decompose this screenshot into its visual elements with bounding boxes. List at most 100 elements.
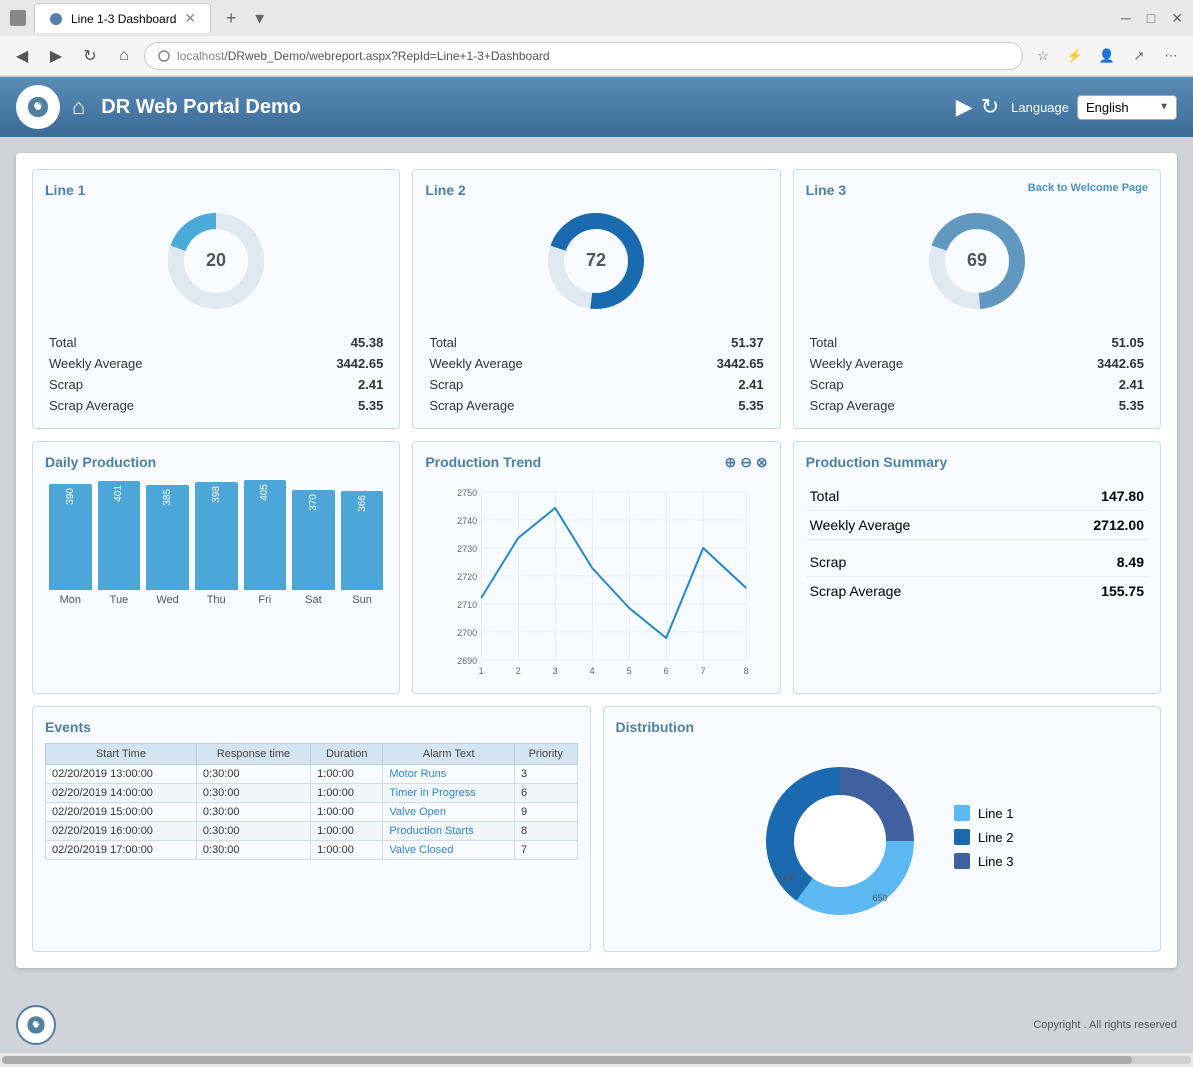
line3-scrap-label: Scrap xyxy=(806,374,1028,395)
lock-icon xyxy=(157,49,171,63)
active-tab[interactable]: Line 1-3 Dashboard ✕ xyxy=(34,3,211,33)
event-cell-start: 02/20/2019 14:00:00 xyxy=(46,784,197,803)
event-cell-alarm[interactable]: Motor Runs xyxy=(383,765,515,784)
legend-line1: Line 1 xyxy=(954,805,1013,821)
table-row: 02/20/2019 15:00:000:30:001:00:00Valve O… xyxy=(46,803,578,822)
bookmark-button[interactable]: ☆ xyxy=(1029,42,1057,70)
bar-day-label: Thu xyxy=(207,594,226,606)
horizontal-scrollbar[interactable] xyxy=(0,1053,1193,1067)
distribution-title: Distribution xyxy=(616,719,1149,735)
line1-scrap-label: Scrap xyxy=(45,374,267,395)
line1-weekly-value: 3442.65 xyxy=(267,353,387,374)
zoom-in-button[interactable]: ⊕ xyxy=(724,454,736,471)
bar-tue[interactable]: 401 xyxy=(98,481,141,590)
refresh-button[interactable]: ↻ xyxy=(981,94,999,120)
language-select[interactable]: English xyxy=(1077,95,1177,120)
tab-icon xyxy=(10,10,26,26)
bar-thu[interactable]: 398 xyxy=(195,482,238,590)
production-summary-title: Production Summary xyxy=(806,454,1148,470)
browser-chrome: Line 1-3 Dashboard ✕ + ▾ ─ □ ✕ ◀ ▶ ↻ ⌂ l… xyxy=(0,0,1193,77)
back-button[interactable]: ◀ xyxy=(8,42,36,70)
window-controls: ─ □ ✕ xyxy=(1121,10,1183,27)
legend-label-line1: Line 1 xyxy=(978,806,1013,821)
summary-weekly-value: 2712.00 xyxy=(1093,517,1144,533)
zoom-out-button[interactable]: ⊖ xyxy=(740,454,752,471)
production-trend-card: Production Trend ⊕ ⊖ ⊗ 2750 2740 2730 27… xyxy=(412,441,780,694)
line1-scrap-value: 2.41 xyxy=(267,374,387,395)
svg-text:72: 72 xyxy=(586,250,606,270)
svg-text:69: 69 xyxy=(967,250,987,270)
main-content: Line 1 20 Total45.38 Weekly Average3442.… xyxy=(0,137,1193,997)
bar-mon[interactable]: 390 xyxy=(49,484,92,590)
bar-day-label: Mon xyxy=(60,594,81,606)
summary-weekly-label: Weekly Average xyxy=(810,517,911,533)
back-to-welcome-link[interactable]: Back to Welcome Page xyxy=(1028,182,1148,194)
line3-total-label: Total xyxy=(806,332,1028,353)
event-cell-response: 0:30:00 xyxy=(196,841,310,860)
event-cell-alarm[interactable]: Timer in Progress xyxy=(383,784,515,803)
scrollbar-thumb[interactable] xyxy=(2,1056,1132,1064)
table-row: 02/20/2019 14:00:000:30:001:00:00Timer i… xyxy=(46,784,578,803)
bar-day-label: Tue xyxy=(110,594,129,606)
line3-donut-container: 69 xyxy=(806,206,1148,316)
bar-value-label: 366 xyxy=(357,491,368,516)
forward-button[interactable]: ▶ xyxy=(42,42,70,70)
events-title: Events xyxy=(45,719,578,735)
zoom-reset-button[interactable]: ⊗ xyxy=(756,454,768,471)
dashboard-container: Line 1 20 Total45.38 Weekly Average3442.… xyxy=(16,153,1177,968)
event-cell-priority: 3 xyxy=(514,765,577,784)
home-button[interactable]: ⌂ xyxy=(72,94,85,120)
distribution-legend: Line 1 Line 2 Line 3 xyxy=(954,805,1013,877)
new-tab-button[interactable]: + xyxy=(219,6,243,30)
event-cell-alarm[interactable]: Valve Open xyxy=(383,803,515,822)
event-cell-alarm[interactable]: Production Starts xyxy=(383,822,515,841)
col-response: Response time xyxy=(196,744,310,765)
line1-donut-container: 20 xyxy=(45,206,387,316)
col-duration: Duration xyxy=(311,744,383,765)
reload-button[interactable]: ↻ xyxy=(76,42,104,70)
event-cell-duration: 1:00:00 xyxy=(311,803,383,822)
app-logo xyxy=(16,85,60,129)
home-button[interactable]: ⌂ xyxy=(110,42,138,70)
minimize-button[interactable]: ─ xyxy=(1121,10,1131,27)
bar-wed[interactable]: 385 xyxy=(146,485,189,590)
event-cell-priority: 9 xyxy=(514,803,577,822)
language-section: Language English xyxy=(1011,95,1177,120)
line3-stats: Total51.05 Weekly Average3442.65 Scrap2.… xyxy=(806,332,1148,416)
event-cell-alarm[interactable]: Valve Closed xyxy=(383,841,515,860)
tab-close-button[interactable]: ✕ xyxy=(184,10,196,27)
browser-toolbar: ◀ ▶ ↻ ⌂ localhost/DRweb_Demo/webreport.a… xyxy=(0,36,1193,76)
close-window-button[interactable]: ✕ xyxy=(1171,10,1183,27)
address-text: localhost xyxy=(177,49,224,63)
menu-button[interactable]: ⋯ xyxy=(1157,42,1185,70)
bar-sun[interactable]: 366 xyxy=(341,491,384,590)
line1-total-value: 45.38 xyxy=(267,332,387,353)
event-cell-start: 02/20/2019 15:00:00 xyxy=(46,803,197,822)
line1-stats: Total45.38 Weekly Average3442.65 Scrap2.… xyxy=(45,332,387,416)
bar-day-label: Wed xyxy=(156,594,178,606)
event-cell-priority: 6 xyxy=(514,784,577,803)
play-button[interactable]: ▶ xyxy=(956,94,973,120)
event-cell-duration: 1:00:00 xyxy=(311,822,383,841)
bar-day-label: Fri xyxy=(258,594,271,606)
bar-col-wed: 385 Wed xyxy=(146,485,189,606)
svg-text:2710: 2710 xyxy=(457,600,477,610)
bar-chart-container: 390Mon401Tue385Wed398Thu405Fri370Sat366S… xyxy=(45,478,387,614)
line1-total-label: Total xyxy=(45,332,267,353)
tab-dropdown-button[interactable]: ▾ xyxy=(255,8,264,29)
trend-chart-container: 2750 2740 2730 2720 2710 2700 2690 xyxy=(425,478,767,681)
extensions-button[interactable]: ⚡ xyxy=(1061,42,1089,70)
summary-stats: Total 147.80 Weekly Average 2712.00 Scra… xyxy=(806,478,1148,609)
maximize-button[interactable]: □ xyxy=(1147,10,1155,27)
line3-total-value: 51.05 xyxy=(1028,332,1148,353)
address-bar[interactable]: localhost/DRweb_Demo/webreport.aspx?RepI… xyxy=(144,42,1023,70)
bar-col-sun: 366Sun xyxy=(341,491,384,606)
bar-sat[interactable]: 370 xyxy=(292,490,335,590)
svg-text:3: 3 xyxy=(553,666,558,676)
address-path: /DRweb_Demo/webreport.aspx?RepId=Line+1-… xyxy=(224,49,549,63)
profile-button[interactable]: 👤 xyxy=(1093,42,1121,70)
share-button[interactable]: ↗ xyxy=(1125,42,1153,70)
bar-col-fri: 405 Fri xyxy=(244,480,287,606)
bar-fri[interactable]: 405 xyxy=(244,480,287,590)
line2-total-value: 51.37 xyxy=(647,332,767,353)
